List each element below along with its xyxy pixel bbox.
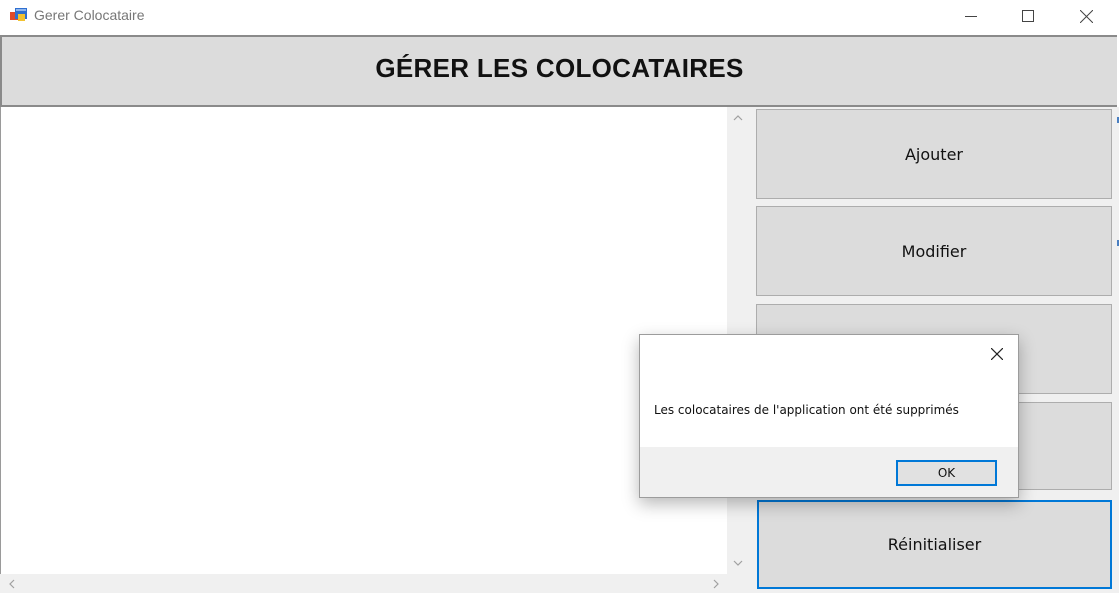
horizontal-scrollbar[interactable] — [0, 574, 727, 593]
window-title: Gerer Colocataire — [34, 7, 145, 23]
minimize-button[interactable] — [942, 0, 1000, 32]
dialog-message: Les colocataires de l'application ont ét… — [654, 403, 959, 417]
chevron-down-icon — [733, 560, 742, 566]
scroll-left-button[interactable] — [2, 574, 22, 593]
scroll-down-button[interactable] — [727, 554, 748, 572]
app-icon — [10, 8, 27, 21]
message-dialog: Les colocataires de l'application ont ét… — [639, 334, 1019, 498]
close-icon — [1079, 9, 1093, 23]
ok-button[interactable]: OK — [896, 460, 997, 486]
scroll-up-button[interactable] — [727, 109, 748, 127]
modifier-button[interactable]: Modifier — [756, 206, 1112, 296]
chevron-right-icon — [713, 579, 719, 588]
scroll-right-button[interactable] — [706, 574, 726, 593]
colocataires-list[interactable] — [0, 107, 748, 593]
chevron-up-icon — [733, 115, 742, 121]
reinitialiser-button[interactable]: Réinitialiser — [757, 500, 1112, 589]
maximize-button[interactable] — [999, 0, 1057, 32]
chevron-left-icon — [9, 579, 15, 588]
close-button[interactable] — [1057, 0, 1115, 32]
minimize-icon — [965, 16, 977, 17]
dialog-close-button[interactable] — [988, 345, 1006, 363]
dialog-footer: OK — [640, 447, 1018, 497]
maximize-icon — [1022, 10, 1034, 22]
header-panel: GÉRER LES COLOCATAIRES — [0, 35, 1117, 107]
ajouter-button[interactable]: Ajouter — [756, 109, 1112, 199]
scrollbar-corner — [727, 574, 748, 593]
close-icon — [991, 348, 1003, 360]
title-bar: Gerer Colocataire — [0, 0, 1119, 34]
page-title: GÉRER LES COLOCATAIRES — [375, 53, 744, 83]
